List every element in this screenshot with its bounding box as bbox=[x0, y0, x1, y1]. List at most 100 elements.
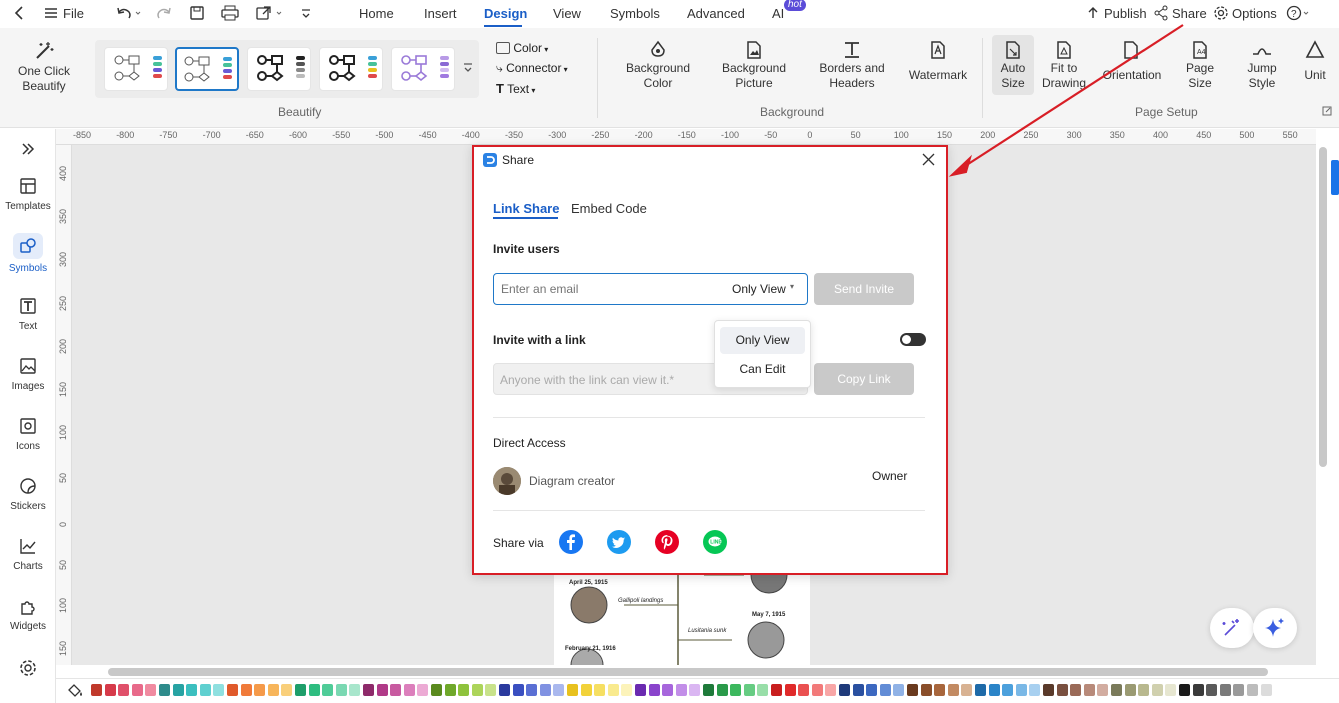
color-swatch[interactable] bbox=[784, 684, 796, 696]
color-swatch[interactable] bbox=[988, 684, 1000, 696]
color-swatch[interactable] bbox=[322, 684, 334, 696]
color-swatch[interactable] bbox=[417, 684, 429, 696]
sidebar-item-icons[interactable]: Icons bbox=[0, 417, 56, 452]
connector-dropdown[interactable]: ⤷ Connector ▾ bbox=[496, 61, 586, 76]
sidebar-item-stickers[interactable]: Stickers bbox=[0, 477, 56, 512]
sidebar-item-charts[interactable]: Charts bbox=[0, 537, 56, 572]
borders-headers-button[interactable]: Borders and Headers bbox=[806, 40, 898, 91]
color-swatch[interactable] bbox=[444, 684, 456, 696]
gallery-expand-icon[interactable] bbox=[463, 62, 473, 74]
unit-button[interactable]: Unit bbox=[1298, 40, 1332, 83]
color-swatch[interactable] bbox=[879, 684, 891, 696]
tab-advanced[interactable]: Advanced bbox=[687, 6, 745, 21]
color-swatch[interactable] bbox=[1111, 684, 1122, 696]
color-swatch[interactable] bbox=[295, 684, 306, 696]
color-swatch[interactable] bbox=[1043, 684, 1054, 696]
color-swatch[interactable] bbox=[376, 684, 388, 696]
color-swatch[interactable] bbox=[607, 684, 619, 696]
color-swatch[interactable] bbox=[1070, 684, 1082, 696]
export-icon[interactable] bbox=[255, 5, 285, 21]
color-swatch[interactable] bbox=[798, 684, 810, 696]
color-swatch[interactable] bbox=[621, 684, 633, 696]
color-swatch[interactable] bbox=[403, 684, 415, 696]
share-button[interactable]: Share bbox=[1172, 6, 1207, 21]
print-icon[interactable] bbox=[221, 5, 239, 21]
tab-design[interactable]: Design bbox=[484, 6, 527, 21]
diagram-page[interactable]: April 25, 1915 Gallipoli landings May 7,… bbox=[554, 570, 810, 665]
tab-symbols[interactable]: Symbols bbox=[610, 6, 660, 21]
color-swatch[interactable] bbox=[1056, 684, 1068, 696]
twitter-icon[interactable] bbox=[607, 530, 631, 554]
color-swatch[interactable] bbox=[159, 684, 170, 696]
send-invite-button[interactable]: Send Invite bbox=[814, 273, 914, 305]
color-swatch[interactable] bbox=[648, 684, 660, 696]
color-swatch[interactable] bbox=[254, 684, 266, 696]
color-swatch[interactable] bbox=[199, 684, 211, 696]
ai-drawing-button[interactable] bbox=[1210, 608, 1254, 648]
color-swatch[interactable] bbox=[308, 684, 320, 696]
copy-link-button[interactable]: Copy Link bbox=[814, 363, 914, 395]
color-swatch[interactable] bbox=[349, 684, 361, 696]
tab-view[interactable]: View bbox=[553, 6, 581, 21]
tab-ai[interactable]: AI bbox=[772, 6, 784, 21]
color-swatch[interactable] bbox=[104, 684, 116, 696]
share-icon[interactable] bbox=[1153, 5, 1169, 21]
hamburger-icon[interactable] bbox=[43, 5, 59, 21]
tab-home[interactable]: Home bbox=[359, 6, 394, 21]
chevron-down-icon[interactable]: ▾ bbox=[790, 282, 794, 291]
color-swatch[interactable] bbox=[961, 684, 973, 696]
permission-select[interactable]: Only View bbox=[732, 282, 786, 296]
color-swatch[interactable] bbox=[771, 684, 782, 696]
close-icon[interactable] bbox=[922, 153, 935, 166]
more-icon[interactable] bbox=[300, 5, 312, 21]
color-swatch[interactable] bbox=[1002, 684, 1014, 696]
publish-icon[interactable] bbox=[1086, 5, 1100, 21]
color-swatch[interactable] bbox=[118, 684, 130, 696]
color-swatch[interactable] bbox=[975, 684, 986, 696]
color-swatch[interactable] bbox=[363, 684, 374, 696]
page-size-button[interactable]: A4 Page Size bbox=[1178, 40, 1222, 91]
text-dropdown[interactable]: T Text ▾ bbox=[496, 81, 586, 96]
orientation-button[interactable]: Orientation bbox=[1096, 40, 1168, 83]
color-swatch[interactable] bbox=[227, 684, 238, 696]
color-swatch[interactable] bbox=[594, 684, 606, 696]
color-swatch[interactable] bbox=[131, 684, 143, 696]
tab-link-share[interactable]: Link Share bbox=[493, 201, 559, 216]
color-swatch[interactable] bbox=[743, 684, 755, 696]
color-swatch[interactable] bbox=[1029, 684, 1041, 696]
color-swatch[interactable] bbox=[811, 684, 823, 696]
color-swatch[interactable] bbox=[1083, 684, 1095, 696]
undo-icon[interactable] bbox=[115, 5, 141, 21]
color-swatch[interactable] bbox=[240, 684, 252, 696]
collapse-sidebar-icon[interactable] bbox=[0, 141, 56, 163]
watermark-button[interactable]: Watermark bbox=[900, 40, 976, 83]
color-swatch[interactable] bbox=[91, 684, 102, 696]
color-swatch[interactable] bbox=[145, 684, 157, 696]
color-swatch[interactable] bbox=[458, 684, 470, 696]
link-share-toggle[interactable] bbox=[900, 333, 926, 346]
color-swatch[interactable] bbox=[703, 684, 714, 696]
sidebar-item-widgets[interactable]: Widgets bbox=[0, 597, 56, 632]
color-swatch[interactable] bbox=[1097, 684, 1109, 696]
horizontal-scrollbar[interactable] bbox=[108, 668, 1268, 676]
right-panel-handle[interactable] bbox=[1331, 160, 1339, 195]
save-icon[interactable] bbox=[189, 5, 205, 21]
color-swatch[interactable] bbox=[920, 684, 932, 696]
color-swatch[interactable] bbox=[267, 684, 279, 696]
color-swatch[interactable] bbox=[335, 684, 347, 696]
beautify-style-3[interactable] bbox=[247, 47, 311, 91]
ai-assistant-button[interactable] bbox=[1253, 608, 1297, 648]
redo-icon[interactable] bbox=[157, 5, 173, 21]
color-swatch[interactable] bbox=[431, 684, 442, 696]
fit-to-drawing-button[interactable]: Fit to Drawing bbox=[1040, 40, 1088, 91]
color-swatch[interactable] bbox=[1179, 684, 1190, 696]
beautify-style-2[interactable] bbox=[175, 47, 239, 91]
invite-email-field[interactable]: Only View ▾ bbox=[493, 273, 808, 305]
settings-gear-icon[interactable] bbox=[0, 659, 56, 683]
color-swatch[interactable] bbox=[580, 684, 592, 696]
color-swatch[interactable] bbox=[281, 684, 293, 696]
color-swatch[interactable] bbox=[526, 684, 538, 696]
color-swatch[interactable] bbox=[539, 684, 551, 696]
color-swatch[interactable] bbox=[1233, 684, 1245, 696]
color-swatch[interactable] bbox=[485, 684, 497, 696]
